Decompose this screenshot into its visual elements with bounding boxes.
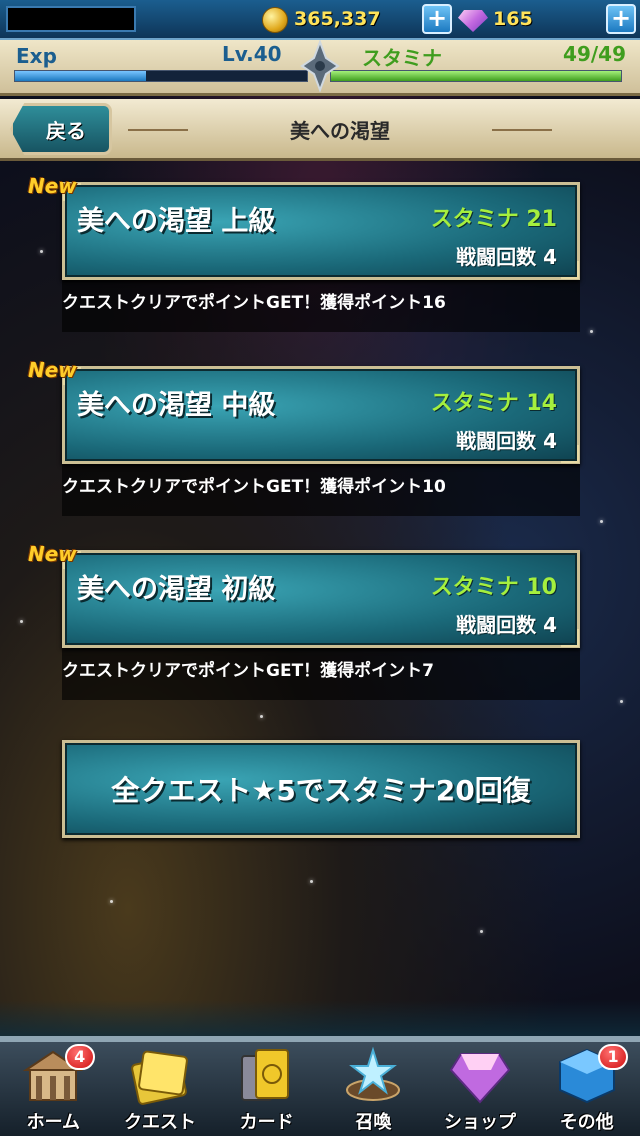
- nav-label: クエスト: [124, 1112, 196, 1133]
- nav-home[interactable]: ホーム 4: [0, 1042, 107, 1136]
- nav-quest[interactable]: クエスト: [107, 1042, 214, 1136]
- level-label: Lv.40: [222, 42, 282, 66]
- stamina-bar-fill: [331, 71, 621, 81]
- quest-stamina-cost: スタミナ 14: [430, 391, 557, 416]
- notification-badge: 1: [598, 1044, 629, 1070]
- nav-card[interactable]: カード: [213, 1042, 320, 1136]
- cross-emblem-icon: [300, 40, 340, 92]
- quest-title: 美への渇望 上級: [77, 206, 276, 237]
- quest-card-advanced[interactable]: 美への渇望 上級 スタミナ 21 戦闘回数 4: [62, 182, 580, 280]
- summon-icon: [346, 1046, 401, 1101]
- add-gold-button[interactable]: +: [422, 4, 452, 34]
- quest-title: 美への渇望 初級: [77, 574, 276, 605]
- notification-badge: 4: [64, 1044, 95, 1070]
- quest-icon: [131, 1050, 188, 1105]
- quest-description: クエストクリアでポイントGET！獲得ポイント10: [62, 464, 580, 516]
- exp-bar-fill: [15, 71, 147, 81]
- card-icon: [240, 1049, 289, 1101]
- nav-shop[interactable]: ショップ: [427, 1042, 534, 1136]
- quest-description: クエストクリアでポイントGET！獲得ポイント7: [62, 648, 580, 700]
- new-badge: New: [28, 174, 77, 198]
- quest-card-intermediate[interactable]: 美への渇望 中級 スタミナ 14 戦闘回数 4: [62, 366, 580, 464]
- stamina-recovery-button[interactable]: 全クエスト★5でスタミナ20回復: [62, 740, 580, 838]
- page-title: 美への渇望: [290, 119, 390, 143]
- bottom-ornament: [0, 1000, 640, 1040]
- shop-icon: [449, 1053, 511, 1104]
- player-name-box: [6, 6, 136, 32]
- back-button[interactable]: 戻る: [10, 103, 112, 155]
- add-gems-button[interactable]: +: [606, 4, 636, 34]
- stamina-bar: [330, 70, 622, 82]
- quest-stamina-cost: スタミナ 10: [430, 575, 557, 600]
- nav-label: 召喚: [355, 1112, 392, 1133]
- resource-bar: 365,337 + 165 +: [0, 0, 640, 40]
- quest-description: クエストクリアでポイントGET！獲得ポイント16: [62, 280, 580, 332]
- new-badge: New: [28, 542, 77, 566]
- quest-title: 美への渇望 中級: [77, 390, 276, 421]
- new-badge: New: [28, 358, 77, 382]
- gem-icon: [458, 10, 488, 32]
- header-divider-right: [492, 129, 552, 131]
- nav-other[interactable]: その他 1: [533, 1042, 640, 1136]
- quest-stamina-cost: スタミナ 21: [430, 207, 557, 232]
- exp-bar: [14, 70, 308, 82]
- back-button-label: 戻る: [46, 118, 86, 143]
- exp-label: Exp: [16, 44, 57, 68]
- gold-amount: 365,337: [294, 8, 381, 30]
- quest-battle-count: 戦闘回数 4: [456, 429, 557, 453]
- nav-label: その他: [559, 1112, 614, 1133]
- stamina-label: スタミナ: [362, 46, 442, 70]
- quest-card-beginner[interactable]: 美への渇望 初級 スタミナ 10 戦闘回数 4: [62, 550, 580, 648]
- nav-label: ショップ: [444, 1112, 517, 1133]
- nav-label: カード: [239, 1112, 294, 1133]
- player-status-bar: Exp Lv.40 スタミナ 49/49: [0, 40, 640, 96]
- stamina-value: 49/49: [563, 42, 626, 66]
- header-divider-left: [128, 129, 188, 131]
- stamina-recovery-label: 全クエスト★5でスタミナ20回復: [111, 774, 531, 807]
- gem-amount: 165: [493, 8, 533, 30]
- page-header: 戻る 美への渇望: [0, 99, 640, 161]
- quest-battle-count: 戦闘回数 4: [456, 245, 557, 269]
- bottom-navigation: ホーム 4 クエスト カード 召喚 ショップ その他 1: [0, 1042, 640, 1136]
- nav-summon[interactable]: 召喚: [320, 1042, 427, 1136]
- gold-coin-icon: [262, 7, 288, 33]
- nav-label: ホーム: [26, 1112, 81, 1133]
- quest-battle-count: 戦闘回数 4: [456, 613, 557, 637]
